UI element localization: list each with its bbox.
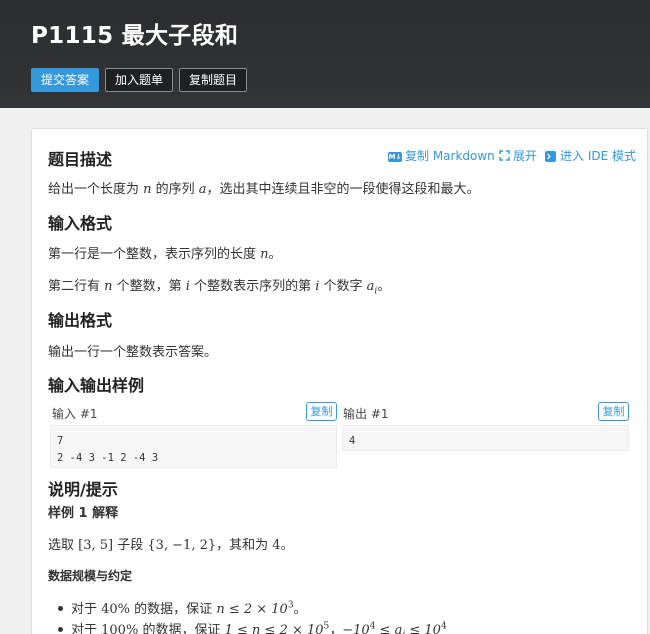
- problem-title: P1115 最大子段和: [31, 23, 239, 49]
- add-to-list-button[interactable]: 加入题单: [105, 68, 173, 92]
- copy-output-button[interactable]: 复制: [598, 402, 629, 421]
- copy-markdown-label: 复制 Markdown: [405, 149, 495, 163]
- input-format-line-2: 第二行有 n 个整数，第 i 个整数表示序列的第 i 个数字 ai。: [48, 279, 391, 297]
- problem-header: P1115 最大子段和 提交答案 加入题单 复制题目: [0, 0, 650, 108]
- problem-card: M↓ 复制 Markdown 展开 进入 IDE 模式 题目描述 给出一个长度为 …: [31, 128, 648, 634]
- expand-label: 展开: [513, 149, 538, 163]
- copy-input-button[interactable]: 复制: [306, 402, 337, 421]
- sample-explain-heading: 样例 1 解释: [48, 506, 119, 521]
- sample-output-box[interactable]: 4: [342, 425, 629, 451]
- samples-heading: 输入输出样例: [48, 376, 145, 395]
- ide-mode-link[interactable]: 进入 IDE 模式: [545, 147, 636, 164]
- output-format-heading: 输出格式: [48, 311, 113, 330]
- description-heading: 题目描述: [48, 150, 113, 169]
- input-format-line-1: 第一行是一个整数，表示序列的长度 n。: [48, 247, 282, 262]
- submit-answer-button[interactable]: 提交答案: [31, 68, 99, 92]
- bullet-icon: [58, 606, 63, 611]
- constraints-heading: 数据规模与约定: [48, 569, 133, 583]
- hint-heading: 说明/提示: [48, 480, 118, 499]
- copy-problem-button[interactable]: 复制题目: [179, 68, 247, 92]
- ide-mode-label: 进入 IDE 模式: [560, 149, 636, 163]
- sample-output-label: 输出 #1: [343, 407, 389, 421]
- constraint-item: 对于 40% 的数据，保证 n ≤ 2 × 103。: [58, 598, 307, 617]
- sample-explain-text: 选取 [3, 5] 子段 {3, −1, 2}，其和为 4。: [48, 538, 294, 553]
- output-format-text: 输出一行一个整数表示答案。: [48, 345, 218, 360]
- constraint-item: 对于 100% 的数据，保证 1 ≤ n ≤ 2 × 105，−104 ≤ ai…: [58, 619, 447, 634]
- markdown-icon: M↓: [388, 151, 402, 162]
- copy-markdown-link[interactable]: M↓ 复制 Markdown: [388, 147, 495, 164]
- bullet-icon: [58, 627, 63, 632]
- description-text: 给出一个长度为 n 的序列 a，选出其中连续且非空的一段使得这段和最大。: [48, 182, 480, 197]
- sample-input-label: 输入 #1: [52, 407, 98, 421]
- expand-link[interactable]: 展开: [499, 147, 537, 164]
- terminal-icon: [545, 151, 556, 162]
- input-format-heading: 输入格式: [48, 214, 113, 233]
- expand-icon: [499, 149, 510, 164]
- sample-input-box[interactable]: 7 2 -4 3 -1 2 -4 3: [50, 425, 337, 468]
